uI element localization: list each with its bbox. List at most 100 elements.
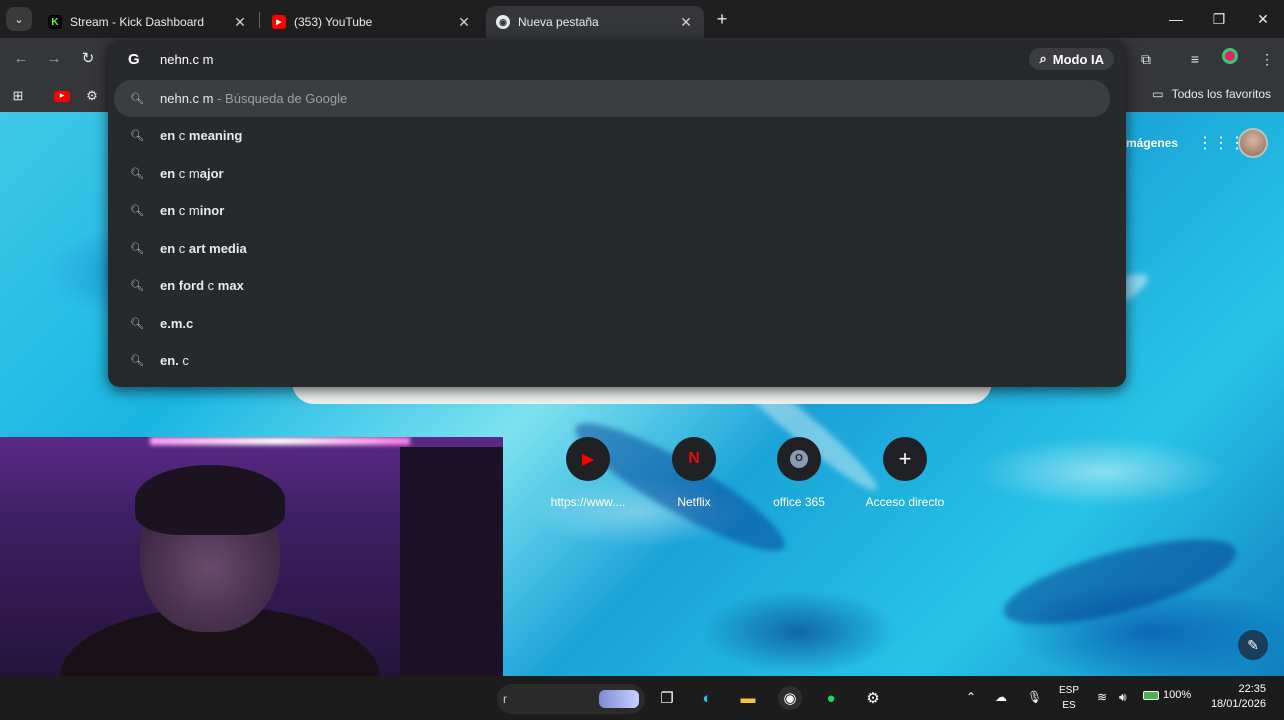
file-explorer-icon[interactable]: ▬ — [736, 686, 760, 710]
shortcut-label: Netflix — [677, 495, 711, 509]
chrome-taskbar-icon[interactable]: ◉ — [778, 686, 802, 710]
suggestion-item[interactable]: 🔍︎ en c art media — [108, 230, 1126, 267]
search-icon: 🔍︎ — [130, 205, 144, 217]
youtube-icon: ▶ — [566, 437, 610, 481]
task-view-icon[interactable]: ❐ — [655, 686, 679, 710]
suggestion-bold: max — [217, 278, 244, 293]
spotify-icon[interactable]: ● — [819, 686, 843, 710]
suggestion-plain: c — [175, 241, 189, 256]
cloud-off-icon[interactable]: ☁ — [995, 690, 1007, 704]
suggestion-item[interactable]: 🔍︎ nehn.c m - Búsqueda de Google — [114, 80, 1110, 117]
kebab-menu-icon: ⋮ — [1260, 51, 1274, 67]
suggestion-item[interactable]: 🔍︎ en c meaning — [108, 117, 1126, 154]
reload-button[interactable]: ↻ — [77, 48, 99, 70]
profile-button[interactable] — [1219, 48, 1241, 70]
clock-date: 18/01/2026 — [1210, 698, 1266, 710]
all-favorites-label: Todos los favoritos — [1171, 87, 1271, 101]
profile-avatar[interactable] — [1238, 128, 1268, 158]
tab-new-tab[interactable]: ◉ Nueva pestaña ✕ — [486, 6, 704, 38]
gear-icon: ⚙ — [86, 88, 98, 103]
back-button[interactable]: ← — [10, 48, 32, 70]
suggestion-bold: en — [160, 166, 176, 181]
shortcut-label: office 365 — [773, 495, 825, 509]
windows-taskbar: r ❐ ◐ ▬ ◉ ● ⚙ ⌃ ☁ 🎙︎ ESP ES ≋ 🔊︎ 100% 22… — [0, 676, 1284, 720]
forward-button[interactable]: → — [43, 48, 65, 70]
youtube-bookmark[interactable]: ▶ — [52, 86, 72, 106]
shortcut-label: https://www.... — [550, 495, 626, 509]
shortcut-label: Acceso directo — [865, 495, 945, 509]
close-window-button[interactable]: ✕ — [1248, 8, 1278, 30]
suggestion-item[interactable]: 🔍︎ en c minor — [108, 192, 1126, 229]
led-strip — [150, 437, 410, 445]
ai-mode-button[interactable]: ⌕ Modo IA — [1029, 48, 1114, 70]
tab-kick[interactable]: K Stream - Kick Dashboard ✕ — [38, 6, 258, 38]
youtube-icon: ▶ — [54, 90, 70, 102]
chrome-icon: ◉ — [496, 15, 510, 29]
shortcut-youtube[interactable]: ▶ https://www.... — [543, 437, 633, 509]
suggestion-desc: - Búsqueda de Google — [217, 91, 348, 106]
shortcut-office[interactable]: O office 365 — [754, 437, 844, 509]
volume-icon[interactable]: 🔊︎ — [1119, 690, 1127, 705]
language-indicator[interactable]: ESP ES — [1059, 683, 1079, 713]
ai-mode-label: Modo IA — [1052, 51, 1104, 67]
minimize-button[interactable]: — — [1161, 8, 1191, 30]
system-clock[interactable]: 22:35 18/01/2026 — [1211, 682, 1266, 712]
clock-time: 22:35 — [1238, 683, 1266, 695]
suggestion-item[interactable]: 🔍︎ en ford c max — [108, 267, 1126, 304]
kick-icon: K — [48, 15, 62, 29]
search-icon: 🔍︎ — [130, 168, 144, 180]
tray-chevron-up-icon[interactable]: ⌃ — [966, 690, 976, 704]
plus-icon: + — [883, 437, 927, 481]
language-code: ESP — [1059, 685, 1080, 696]
suggestion-bold: e.m.c — [160, 316, 194, 331]
suggestion-item[interactable]: 🔍︎ e.m.c — [108, 305, 1126, 342]
extensions-button[interactable]: ⧉ — [1135, 48, 1157, 70]
taskbar-search[interactable]: r — [497, 684, 645, 714]
suggestion-text: en c meaning — [160, 128, 242, 143]
search-icon: 🔍︎ — [130, 355, 144, 367]
battery-indicator[interactable]: 100% — [1143, 689, 1191, 701]
arrow-right-icon: → — [46, 50, 62, 67]
battery-icon — [1143, 690, 1159, 700]
tab-title: Stream - Kick Dashboard — [70, 15, 205, 29]
search-icon: 🔍︎ — [130, 130, 144, 142]
all-favorites-folder[interactable]: ▭ Todos los favoritos — [1152, 87, 1271, 101]
puzzle-icon: ⧉ — [1141, 51, 1151, 67]
battery-percent: 100% — [1163, 689, 1192, 701]
suggestion-bold: art media — [188, 241, 247, 256]
microphone-icon[interactable]: 🎙︎ — [1027, 690, 1042, 704]
tab-youtube[interactable]: ▶ (353) YouTube ✕ — [262, 6, 482, 38]
address-bar[interactable]: G nehn.c m ⌕ Modo IA — [108, 40, 1126, 78]
close-icon[interactable]: ✕ — [678, 14, 694, 31]
apps-icon[interactable]: ⊞ — [8, 86, 28, 106]
search-icon: 🔍︎ — [130, 280, 144, 292]
restore-button[interactable]: ❐ — [1204, 8, 1234, 30]
media-button[interactable]: ≡ — [1184, 48, 1206, 70]
address-input[interactable]: nehn.c m — [160, 52, 213, 67]
suggestion-item[interactable]: 🔍︎ en c major — [108, 155, 1126, 192]
close-icon[interactable]: ✕ — [232, 14, 248, 31]
suggestion-item[interactable]: 🔍︎ en. c — [108, 342, 1126, 379]
edge-icon[interactable]: ◐ — [695, 686, 719, 710]
suggestion-bold: ajor — [199, 166, 224, 181]
search-icon: 🔍︎ — [130, 243, 144, 255]
shortcut-netflix[interactable]: N Netflix — [649, 437, 739, 509]
suggestion-main: nehn.c m — [160, 91, 214, 106]
steam-icon[interactable]: ⚙ — [861, 686, 885, 710]
suggestion-bold: en — [160, 203, 176, 218]
new-tab-button[interactable]: + — [711, 8, 733, 30]
suggestion-bold: en ford — [160, 278, 205, 293]
customize-pencil-button[interactable]: ✎ — [1238, 630, 1268, 660]
shortcut-add[interactable]: + Acceso directo — [860, 437, 950, 509]
tab-separator — [259, 12, 260, 28]
images-link[interactable]: mágenes — [1126, 136, 1178, 150]
folder-icon: ▭ — [1152, 87, 1164, 101]
suggestion-plain: c — [178, 353, 189, 368]
close-icon[interactable]: ✕ — [456, 14, 472, 31]
menu-button[interactable]: ⋮ — [1256, 48, 1278, 70]
wifi-icon[interactable]: ≋ — [1097, 690, 1107, 704]
settings-bookmark[interactable]: ⚙ — [82, 86, 102, 106]
taskbar-search-text: r — [503, 692, 507, 706]
tab-search-button[interactable]: ⌄ — [6, 7, 32, 31]
suggestion-bold: en. — [160, 353, 179, 368]
